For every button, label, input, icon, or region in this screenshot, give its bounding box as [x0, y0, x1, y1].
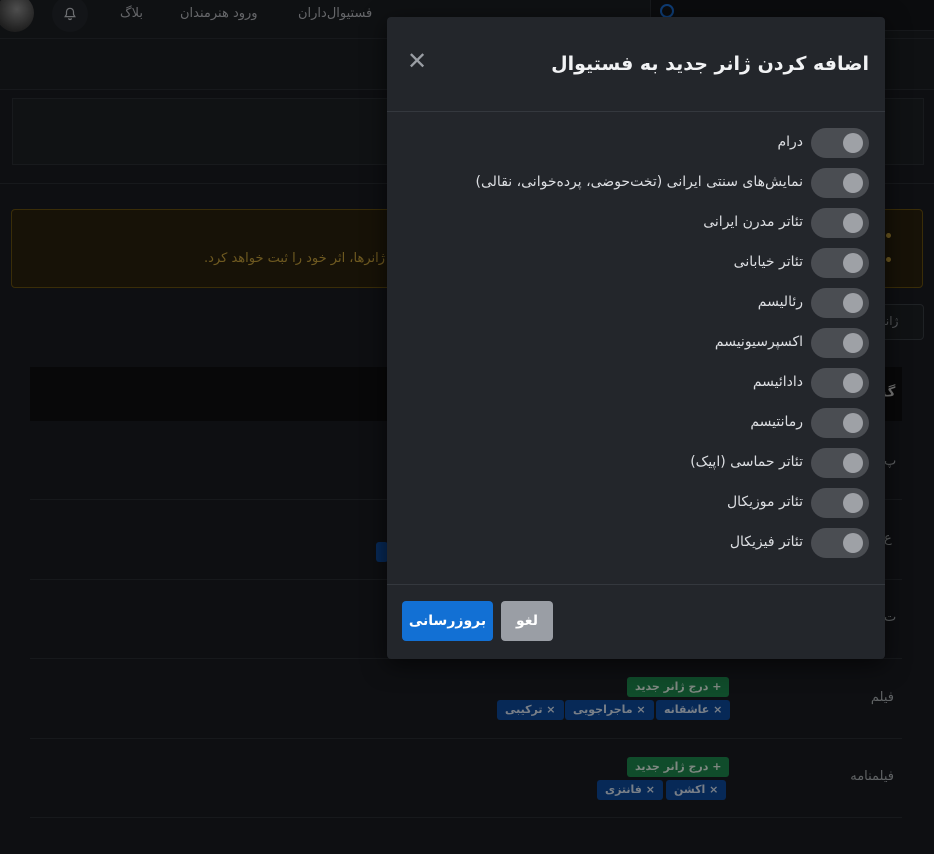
genre-option: رمانتیسم [429, 408, 869, 438]
genre-toggle[interactable] [811, 208, 869, 238]
genre-toggle[interactable] [811, 248, 869, 278]
genre-option-label: تئاتر حماسی (اپیک) [690, 454, 803, 470]
genre-option: رئالیسم [429, 288, 869, 318]
genre-option-label: رئالیسم [757, 294, 803, 310]
toggle-knob [843, 493, 863, 513]
genre-toggle[interactable] [811, 408, 869, 438]
genre-toggle[interactable] [811, 128, 869, 158]
toggle-knob [843, 213, 863, 233]
toggle-knob [843, 253, 863, 273]
toggle-knob [843, 293, 863, 313]
genre-option: نمایش‌های سنتی ایرانی (تخت‌حوضی، پرده‌خو… [429, 168, 869, 198]
close-icon[interactable]: ✕ [407, 49, 427, 73]
genre-toggle[interactable] [811, 488, 869, 518]
genre-option-label: تئاتر خیابانی [733, 254, 803, 270]
modal-title: اضافه کردن ژانر جدید به فستیوال [551, 53, 869, 75]
genre-option-label: اکسپرسیونیسم [714, 334, 803, 350]
modal-header-divider [387, 111, 885, 112]
add-genre-modal: اضافه کردن ژانر جدید به فستیوال ✕ درام ن… [387, 17, 885, 659]
toggle-knob [843, 373, 863, 393]
genre-toggle[interactable] [811, 368, 869, 398]
modal-footer-divider [387, 584, 885, 585]
genre-option: تئاتر مدرن ایرانی [429, 208, 869, 238]
toggle-knob [843, 173, 863, 193]
toggle-knob [843, 413, 863, 433]
genre-toggle[interactable] [811, 448, 869, 478]
genre-option-label: تئاتر فیزیکال [729, 534, 803, 550]
genre-option: تئاتر موزیکال [429, 488, 869, 518]
update-button[interactable]: بروزرسانی [402, 601, 493, 641]
genre-option: اکسپرسیونیسم [429, 328, 869, 358]
genre-option: تئاتر فیزیکال [429, 528, 869, 558]
toggle-knob [843, 533, 863, 553]
genre-option: درام [429, 128, 869, 158]
cancel-button[interactable]: لغو [501, 601, 553, 641]
toggle-knob [843, 133, 863, 153]
toggle-knob [843, 453, 863, 473]
genre-option-label: دادائیسم [752, 374, 803, 390]
genre-option-label: تئاتر موزیکال [726, 494, 803, 510]
genre-toggle[interactable] [811, 168, 869, 198]
genre-toggle[interactable] [811, 328, 869, 358]
genre-option-label: درام [777, 134, 803, 150]
genre-toggle[interactable] [811, 528, 869, 558]
genre-option-label: نمایش‌های سنتی ایرانی (تخت‌حوضی، پرده‌خو… [475, 174, 803, 190]
genre-option-label: تئاتر مدرن ایرانی [703, 214, 803, 230]
genre-option-label: رمانتیسم [750, 414, 803, 430]
toggle-knob [843, 333, 863, 353]
genre-option: تئاتر خیابانی [429, 248, 869, 278]
genre-option: دادائیسم [429, 368, 869, 398]
genre-option: تئاتر حماسی (اپیک) [429, 448, 869, 478]
genre-toggle[interactable] [811, 288, 869, 318]
